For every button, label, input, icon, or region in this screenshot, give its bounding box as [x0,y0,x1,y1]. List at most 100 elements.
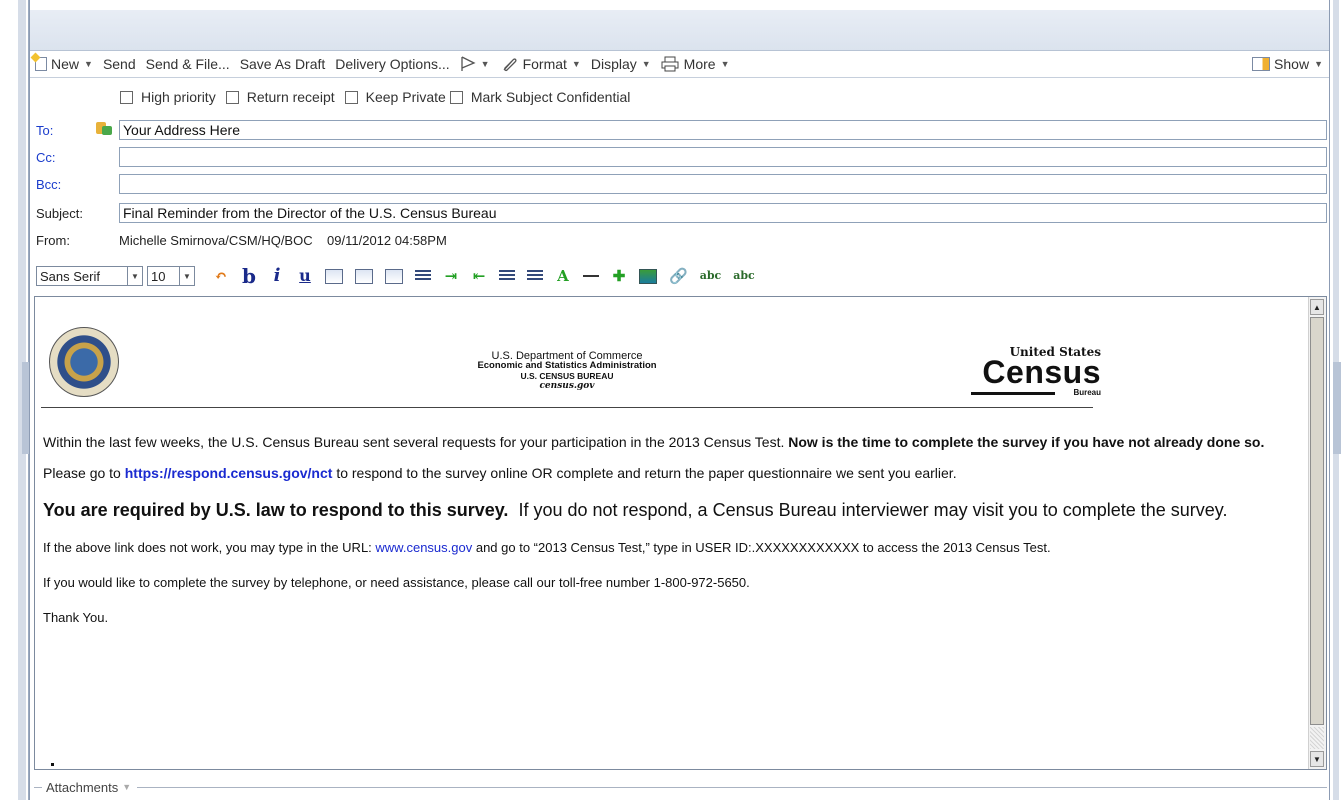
vertical-scrollbar[interactable]: ▲ ▼ [1308,297,1326,769]
checkbox-box[interactable] [449,90,463,104]
respond-link[interactable]: https://respond.census.gov/nct [125,465,333,481]
p3-text: If you do not respond, a Census Bureau i… [508,500,1228,520]
scroll-up-icon[interactable]: ▲ [1310,299,1324,315]
delivery-label: Delivery Options... [335,56,450,72]
send-and-file-button[interactable]: Send & File... [141,56,235,72]
to-field[interactable]: Your Address Here [119,120,1327,140]
chevron-down-icon[interactable]: ▼ [84,59,93,69]
paragraph-5: If you would like to complete the survey… [43,575,750,590]
format-button[interactable]: Format ▼ [495,56,586,72]
show-label: Show [1274,56,1310,72]
checkbox-box[interactable] [344,90,358,104]
p4-post: and go to “2013 Census Test,” type in US… [472,540,1051,555]
underline-icon[interactable]: u [297,267,313,285]
message-body-editor[interactable]: U.S. Department of Commerce Economic and… [34,296,1327,770]
logo-sub-text: Bureau [1073,388,1101,397]
format-label: Format [522,56,567,72]
new-label: New [51,56,80,72]
numbered-list-icon[interactable] [527,270,543,282]
letterhead-line2: Economic and Statistics Administration [477,360,657,371]
display-button[interactable]: Display ▼ [586,56,656,72]
chevron-down-icon: ▼ [720,59,730,69]
compose-toolbar: New ▼ Send Send & File... Save As Draft … [30,51,1329,78]
attachments-label[interactable]: Attachments [46,780,118,795]
chevron-down-icon: ▼ [641,59,651,69]
flag-button[interactable]: ▼ [455,56,495,72]
font-size-increase-icon[interactable]: A [555,267,571,285]
subject-field[interactable]: Final Reminder from the Director of the … [119,203,1327,223]
p2-post: to respond to the survey online OR compl… [332,465,957,481]
bcc-row: Bcc: [30,173,1329,195]
align-icon[interactable] [415,270,431,282]
message-body: Within the last few weeks, the U.S. Cens… [43,433,1283,636]
paragraph-4: If the above link does not work, you may… [43,539,1283,556]
spellcheck-options-icon[interactable]: abc [733,267,755,285]
subject-row: Subject: Final Reminder from the Directo… [30,202,1329,224]
checkbox-box[interactable] [225,90,239,104]
bullet-list-icon[interactable] [499,270,515,282]
to-label[interactable]: To: [36,123,53,138]
bcc-label[interactable]: Bcc: [36,177,61,192]
delivery-options-button[interactable]: Delivery Options... [330,56,454,72]
cc-label[interactable]: Cc: [36,150,56,165]
subject-label: Subject: [36,205,83,221]
letterhead: U.S. Department of Commerce Economic and… [41,323,1101,408]
indent-icon[interactable]: ⇥ [443,267,459,285]
text-color-icon[interactable] [325,268,343,284]
chevron-down-icon[interactable]: ▼ [122,782,131,792]
checkbox-box[interactable] [120,90,133,104]
paste-icon[interactable] [355,268,373,284]
font-size-select[interactable]: 10 ▼ [147,266,195,286]
cc-field[interactable] [119,147,1327,167]
p3-bold: You are required by U.S. law to respond … [43,500,509,520]
insert-image-icon[interactable] [639,268,657,284]
census-link[interactable]: www.census.gov [375,540,472,555]
right-collapse-handle[interactable] [1333,362,1341,454]
scroll-down-icon[interactable]: ▼ [1310,751,1324,767]
bold-icon[interactable]: b [241,266,257,286]
address-book-icon[interactable] [96,122,112,136]
chevron-down-icon[interactable]: ▼ [127,267,142,285]
spellcheck-icon[interactable]: abc [700,267,722,285]
save-as-draft-button[interactable]: Save As Draft [235,56,331,72]
send-label: Send [102,56,136,72]
return-receipt-checkbox[interactable]: Return receipt [225,89,335,105]
p1-text: Within the last few weeks, the U.S. Cens… [43,434,789,450]
new-button[interactable]: New ▼ [30,56,98,72]
insert-icon[interactable]: ✚ [611,267,627,285]
census-logo: United States Census Bureau [971,345,1101,401]
letterhead-text: U.S. Department of Commerce Economic and… [41,351,1093,392]
undo-icon[interactable]: ↶ [213,267,229,285]
show-button[interactable]: Show ▼ [1247,56,1329,72]
more-label: More [683,56,716,72]
save-draft-label: Save As Draft [239,56,326,72]
scroll-thumb[interactable] [1310,317,1324,725]
keep-private-checkbox[interactable]: Keep Private [344,89,446,105]
font-family-select[interactable]: Sans Serif ▼ [36,266,143,286]
to-row: To: Your Address Here [30,119,1329,141]
attachments-section[interactable]: Attachments ▼ [34,779,1327,795]
scroll-track[interactable] [1310,727,1324,749]
font-family-value: Sans Serif [40,268,100,284]
send-button[interactable]: Send [98,56,141,72]
bcc-field[interactable] [119,174,1327,194]
flag-icon [461,56,476,71]
paragraph-3: You are required by U.S. law to respond … [43,499,1283,521]
paperclip-icon [503,58,517,72]
top-strip [30,0,1329,10]
return-receipt-label: Return receipt [246,89,335,105]
chevron-down-icon[interactable]: ▼ [179,267,194,285]
from-value: Michelle Smirnova/CSM/HQ/BOC 09/11/2012 … [119,232,447,248]
keep-private-label: Keep Private [365,89,446,105]
display-label: Display [590,56,637,72]
cc-row: Cc: [30,146,1329,168]
mark-confidential-checkbox[interactable]: Mark Subject Confidential [449,89,630,105]
high-priority-checkbox[interactable]: High priority [120,89,216,105]
table-icon[interactable] [385,268,403,284]
horizontal-rule-icon[interactable] [583,275,599,277]
more-button[interactable]: More ▼ [656,56,735,72]
outdent-icon[interactable]: ⇤ [471,267,487,285]
italic-icon[interactable]: i [269,267,285,285]
link-icon[interactable]: 🔗 [669,267,688,285]
send-file-label: Send & File... [145,56,230,72]
